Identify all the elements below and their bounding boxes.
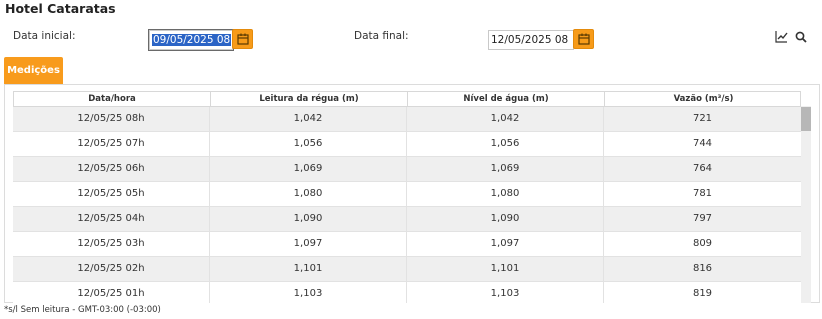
table-scrollbar[interactable] [801,106,811,303]
cell-datetime: 12/05/25 06h [13,157,210,181]
cell-flow: 744 [692,138,713,149]
cell-water-level: 1,097 [407,232,604,256]
end-date-label: Data final: [354,30,409,42]
cell-datetime: 12/05/25 02h [13,257,210,281]
cell-datetime: 12/05/25 05h [13,182,210,206]
column-header-ruler-reading[interactable]: Leitura da régua (m) [211,92,408,106]
cell-ruler-reading: 1,069 [210,157,407,181]
chart-line-icon[interactable] [775,31,788,43]
cell-ruler-reading: 1,090 [210,207,407,231]
cell-datetime: 12/05/25 08h [13,107,210,131]
cell-flow: 809 [692,238,713,249]
cell-water-level: 1,042 [407,107,604,131]
end-date-field[interactable]: 12/05/2025 08 [488,30,574,50]
scrollbar-thumb[interactable] [801,107,811,131]
calendar-icon [578,33,590,45]
table-row: 12/05/25 02h 1,101 1,101 816 [13,257,801,282]
table-row: 12/05/25 07h 1,056 1,056 744 [13,132,801,157]
end-date-value: 12/05/2025 08 [491,34,569,46]
search-icon[interactable] [795,31,807,43]
cell-water-level: 1,103 [407,282,604,303]
calendar-icon [237,33,249,45]
cell-datetime: 12/05/25 07h [13,132,210,156]
cell-flow: 721 [692,113,713,124]
cell-flow: 781 [692,188,713,199]
start-date-field[interactable]: 09/05/2025 08 [148,29,234,51]
start-date-value: 09/05/2025 08 [152,34,232,46]
cell-water-level: 1,101 [407,257,604,281]
table-row: 12/05/25 08h 1,042 1,042 721 [13,107,801,132]
column-header-flow[interactable]: Vazão (m³/s) [605,92,801,106]
cell-ruler-reading: 1,056 [210,132,407,156]
table-header: Data/hora Leitura da régua (m) Nível de … [13,91,801,107]
cell-water-level: 1,069 [407,157,604,181]
cell-water-level: 1,080 [407,182,604,206]
start-date-calendar-button[interactable] [232,29,253,49]
measurements-table: Data/hora Leitura da régua (m) Nível de … [13,91,801,303]
cell-flow: 819 [692,288,713,299]
column-header-datetime[interactable]: Data/hora [14,92,211,106]
column-header-water-level[interactable]: Nível de água (m) [408,92,605,106]
cell-datetime: 12/05/25 03h [13,232,210,256]
table-row: 12/05/25 05h 1,080 1,080 781 [13,182,801,207]
table-row: 12/05/25 04h 1,090 1,090 797 [13,207,801,232]
cell-flow: 816 [692,263,713,274]
cell-datetime: 12/05/25 01h [13,282,210,303]
tab-medicoes[interactable]: Medições [4,57,63,84]
end-date-calendar-button[interactable] [573,29,594,49]
table-body: 12/05/25 08h 1,042 1,042 721 12/05/25 07… [13,107,801,303]
cell-ruler-reading: 1,080 [210,182,407,206]
table-row: 12/05/25 06h 1,069 1,069 764 [13,157,801,182]
table-row: 12/05/25 03h 1,097 1,097 809 [13,232,801,257]
cell-ruler-reading: 1,101 [210,257,407,281]
cell-ruler-reading: 1,097 [210,232,407,256]
cell-datetime: 12/05/25 04h [13,207,210,231]
page-title: Hotel Cataratas [5,1,116,16]
cell-ruler-reading: 1,042 [210,107,407,131]
cell-flow: 797 [692,213,713,224]
cell-water-level: 1,056 [407,132,604,156]
cell-water-level: 1,090 [407,207,604,231]
footnote: *s/l Sem leitura - GMT-03:00 (-03:00) [4,305,161,315]
cell-flow: 764 [692,163,713,174]
start-date-label: Data inicial: [13,30,76,42]
cell-ruler-reading: 1,103 [210,282,407,303]
table-row: 12/05/25 01h 1,103 1,103 819 [13,282,801,303]
